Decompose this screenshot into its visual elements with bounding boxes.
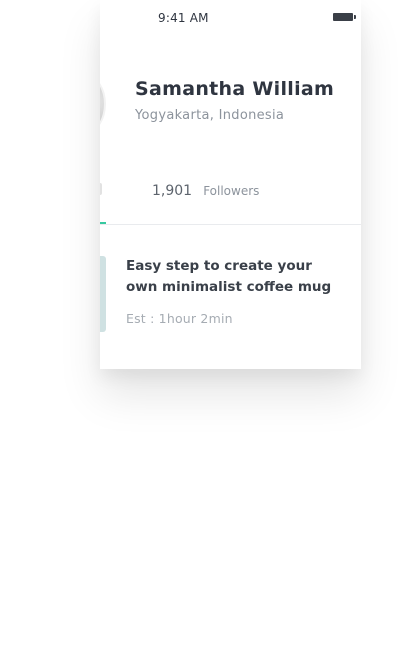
status-time: 9:41 AM bbox=[158, 11, 209, 25]
post-thumbnail[interactable] bbox=[100, 256, 106, 332]
post-estimate: Est : 1hour 2min bbox=[126, 311, 233, 326]
stat-partial-item bbox=[100, 183, 102, 195]
divider bbox=[100, 224, 361, 225]
followers-stat[interactable]: 1,901 Followers bbox=[152, 180, 259, 199]
status-bar: 9:41 AM bbox=[100, 0, 361, 36]
followers-label: Followers bbox=[203, 184, 260, 198]
post-title[interactable]: Easy step to create your own minimalist … bbox=[126, 256, 336, 298]
profile-location: Yogyakarta, Indonesia bbox=[135, 108, 285, 123]
followers-count: 1,901 bbox=[152, 183, 193, 199]
battery-icon bbox=[333, 13, 356, 21]
profile-name: Samantha William bbox=[135, 78, 335, 100]
avatar[interactable] bbox=[100, 76, 106, 132]
stage: 9:41 AM Samantha William Yogyakarta, Ind… bbox=[0, 0, 402, 651]
phone-screen: 9:41 AM Samantha William Yogyakarta, Ind… bbox=[100, 0, 361, 369]
